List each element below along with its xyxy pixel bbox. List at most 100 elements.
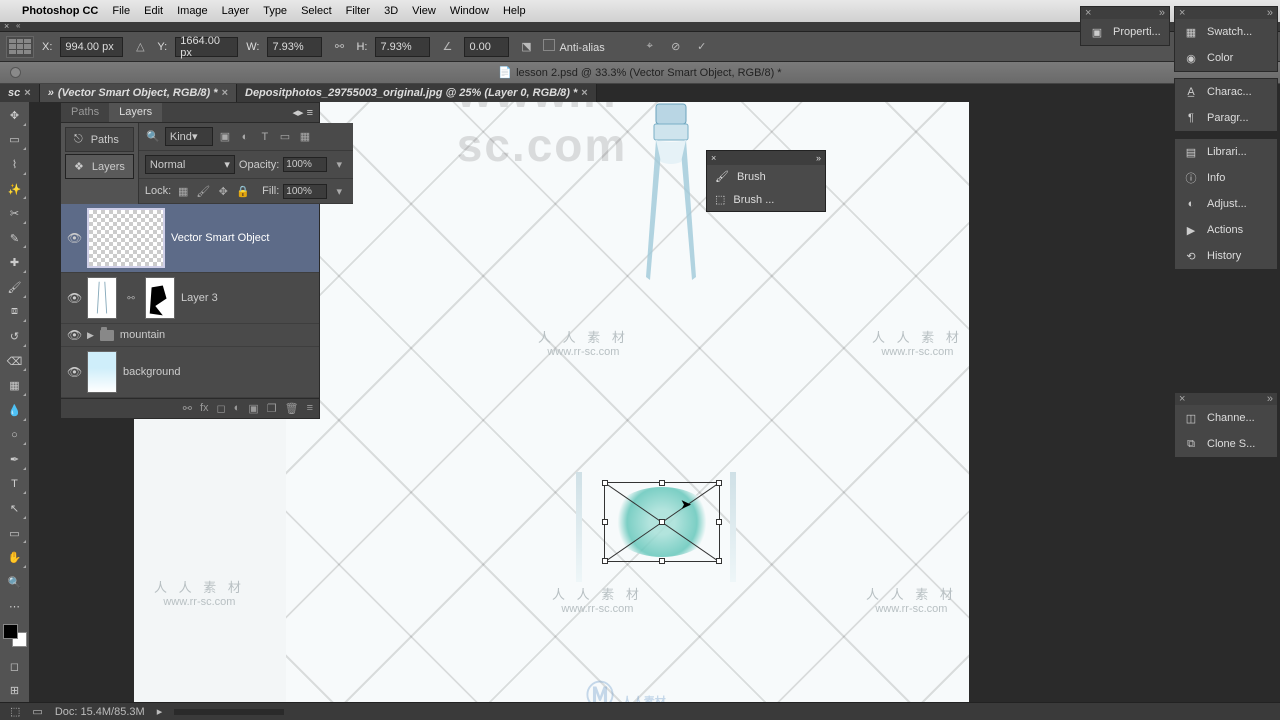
canvas[interactable]: www.rr-sc.com 人 人 素 材www.rr-sc.com 人 人 素… [286, 102, 969, 702]
lock-pixels-icon[interactable]: 🖌 [195, 183, 211, 199]
reference-point-icon[interactable] [6, 36, 34, 58]
adjustment-icon[interactable]: ◐ [234, 402, 241, 415]
y-field[interactable]: 1664.00 px [175, 37, 238, 57]
dock-expand-icon[interactable]: » [1159, 7, 1165, 19]
color-swatches[interactable] [3, 624, 27, 647]
close-icon[interactable]: × [4, 21, 9, 31]
layer-row-3[interactable]: 👁 background [61, 347, 319, 398]
layer-thumb-3[interactable] [87, 351, 117, 393]
menu-layer[interactable]: Layer [222, 5, 250, 17]
flyout-close-icon[interactable]: × [711, 153, 716, 163]
tab-2[interactable]: Depositphotos_29755003_original.jpg @ 25… [237, 84, 597, 102]
adjustments-button[interactable]: ◐Adjust... [1175, 191, 1277, 217]
handle-bc[interactable] [659, 558, 665, 564]
layer-mask-1[interactable] [145, 277, 175, 319]
dock-close-icon[interactable]: × [1179, 393, 1185, 405]
fx-icon[interactable]: fx [200, 402, 209, 415]
filter-adjust-icon[interactable]: ◐ [237, 129, 253, 145]
handle-ml[interactable] [602, 519, 608, 525]
lock-transparent-icon[interactable]: ▦ [175, 183, 191, 199]
tab-0-close-icon[interactable]: × [24, 87, 30, 99]
handle-tl[interactable] [602, 480, 608, 486]
properties-button[interactable]: ▣Properti... [1081, 19, 1169, 45]
menu-filter[interactable]: Filter [346, 5, 370, 17]
antialias-checkbox[interactable] [543, 39, 555, 51]
filter-smart-icon[interactable]: ▦ [297, 129, 313, 145]
layer-thumb-1[interactable] [87, 277, 117, 319]
clone-source-button[interactable]: ⧉Clone S... [1175, 431, 1277, 457]
quickmask-icon[interactable]: ◻ [3, 655, 27, 678]
panel-collapse-icon[interactable]: ◂▸ ≡ [286, 103, 319, 122]
transform-bounding-box[interactable] [604, 482, 720, 562]
visibility-icon[interactable]: 👁 [67, 328, 81, 342]
layer-row-0[interactable]: 👁 Vector Smart Object [61, 204, 319, 273]
layer-thumb-0[interactable] [87, 208, 165, 268]
handle-tc[interactable] [659, 480, 665, 486]
skew-h-icon[interactable]: ⬔ [517, 38, 535, 56]
x-field[interactable]: 994.00 px [60, 37, 123, 57]
opacity-flyout-icon[interactable]: ▾ [331, 157, 347, 173]
brush-presets-button[interactable]: ⬚Brush ... [707, 188, 825, 211]
panel-tab-paths[interactable]: Paths [61, 103, 109, 122]
actions-button[interactable]: ▶Actions [1175, 217, 1277, 243]
menu-help[interactable]: Help [503, 5, 526, 17]
eraser-tool-icon[interactable]: ⌫ [3, 350, 27, 373]
lock-position-icon[interactable]: ✥ [215, 183, 231, 199]
filter-pixel-icon[interactable]: ▣ [217, 129, 233, 145]
layer-row-2[interactable]: 👁 ▶ mountain [61, 324, 319, 347]
fill-flyout-icon[interactable]: ▾ [331, 183, 347, 199]
dock-close-icon[interactable]: × [1085, 7, 1091, 19]
dock-close-icon[interactable]: × [1179, 7, 1185, 19]
menu-select[interactable]: Select [301, 5, 332, 17]
dock-expand-icon[interactable]: » [1267, 7, 1273, 19]
menu-window[interactable]: Window [450, 5, 489, 17]
brush-panel-button[interactable]: 🖌Brush [707, 165, 825, 188]
link-layers-icon[interactable]: ⚯ [183, 402, 192, 415]
pen-tool-icon[interactable]: ✒ [3, 448, 27, 471]
character-button[interactable]: A̲Charac... [1175, 79, 1277, 105]
fill-input[interactable]: 100% [283, 184, 327, 199]
doc-info[interactable]: Doc: 15.4M/85.3M [55, 706, 145, 718]
group-icon[interactable]: ▣ [248, 402, 258, 415]
shape-tool-icon[interactable]: ▭ [3, 522, 27, 545]
scrubber[interactable] [174, 709, 284, 715]
move-tool-icon[interactable]: ✥ [3, 104, 27, 127]
menu-view[interactable]: View [412, 5, 436, 17]
app-name[interactable]: Photoshop CC [22, 5, 98, 17]
screenmode-icon[interactable]: ⊞ [3, 679, 27, 702]
gradient-tool-icon[interactable]: ▦ [3, 374, 27, 397]
menu-3d[interactable]: 3D [384, 5, 398, 17]
blur-tool-icon[interactable]: 💧 [3, 399, 27, 422]
zoom-display[interactable]: ⬚ [10, 705, 20, 718]
filter-shape-icon[interactable]: ▭ [277, 129, 293, 145]
handle-center[interactable] [659, 519, 665, 525]
handle-bl[interactable] [602, 558, 608, 564]
link-icon[interactable]: ⚯ [330, 38, 348, 56]
paths-button[interactable]: ⎋Paths [65, 127, 134, 152]
handle-br[interactable] [716, 558, 722, 564]
menu-type[interactable]: Type [263, 5, 287, 17]
opacity-input[interactable]: 100% [283, 157, 327, 172]
panel-menu-icon[interactable]: ≡ [307, 402, 313, 415]
path-select-tool-icon[interactable]: ↖ [3, 497, 27, 520]
dodge-tool-icon[interactable]: ○ [3, 424, 27, 447]
commit-transform-icon[interactable]: ✓ [693, 38, 711, 56]
expand-icon[interactable]: « [16, 21, 20, 30]
zoom-tool-icon[interactable]: 🔍 [3, 571, 27, 594]
type-tool-icon[interactable]: T [3, 473, 27, 496]
info-button[interactable]: ⓘInfo [1175, 165, 1277, 191]
blend-mode-select[interactable]: Normal ▾ [145, 155, 235, 174]
window-close-icon[interactable] [10, 67, 21, 78]
h-field[interactable]: 7.93% [375, 37, 430, 57]
w-field[interactable]: 7.93% [267, 37, 322, 57]
libraries-button[interactable]: ▤Librari... [1175, 139, 1277, 165]
lock-all-icon[interactable]: 🔒 [235, 183, 251, 199]
menu-edit[interactable]: Edit [144, 5, 163, 17]
tab-0[interactable]: sc× [0, 84, 40, 102]
lasso-tool-icon[interactable]: ⌇ [3, 153, 27, 176]
healing-tool-icon[interactable]: ✚ [3, 251, 27, 274]
filter-type-icon[interactable]: T [257, 129, 273, 145]
view-icon[interactable]: ▭ [32, 705, 42, 718]
link-mask-icon[interactable]: ⚯ [123, 290, 139, 306]
delete-layer-icon[interactable]: 🗑 [285, 402, 299, 415]
